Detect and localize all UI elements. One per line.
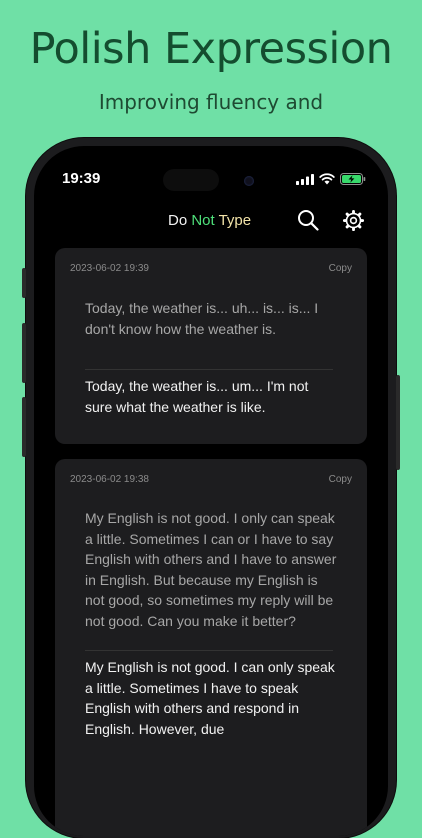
card-divider: [85, 369, 333, 370]
card-divider: [85, 650, 333, 651]
side-button-volume-down: [22, 397, 26, 457]
cellular-signal-icon: [296, 173, 314, 185]
search-button[interactable]: [297, 209, 319, 236]
polished-text: Today, the weather is... um... I'm not s…: [85, 378, 309, 415]
phone-screen: 19:39 Do Not Type 2023-06-02 19:39 Copy …: [34, 146, 388, 836]
settings-button[interactable]: [342, 209, 365, 237]
search-icon: [298, 210, 319, 231]
status-icons: [296, 173, 366, 185]
marketing-subline: Improving fluency and: [98, 90, 324, 114]
card-timestamp: 2023-06-02 19:39: [70, 263, 149, 274]
gear-icon: [342, 209, 365, 232]
history-card[interactable]: 2023-06-02 19:38 Copy My English is not …: [55, 459, 367, 836]
original-text: My English is not good. I only can speak…: [85, 510, 337, 629]
status-time: 19:39: [62, 170, 101, 187]
battery-charging-icon: [340, 173, 366, 185]
app-title-do: Do: [168, 212, 192, 229]
side-button-volume-up: [22, 323, 26, 383]
marketing-headline: Polish Expression: [29, 24, 393, 74]
side-button-power: [396, 375, 400, 470]
history-card[interactable]: 2023-06-02 19:39 Copy Today, the weather…: [55, 248, 367, 444]
side-button-action: [22, 268, 26, 298]
front-camera: [244, 176, 254, 186]
original-text: Today, the weather is... uh... is... is.…: [85, 300, 319, 337]
app-title-type: Type: [214, 212, 252, 229]
app-title: Do Not Type: [168, 212, 251, 229]
app-title-not: Not: [191, 212, 215, 229]
card-timestamp: 2023-06-02 19:38: [70, 474, 149, 485]
wifi-icon: [319, 173, 335, 185]
dynamic-island: [163, 169, 219, 191]
copy-button[interactable]: Copy: [329, 263, 352, 274]
copy-button[interactable]: Copy: [329, 474, 352, 485]
polished-text: My English is not good. I can only speak…: [85, 659, 335, 737]
